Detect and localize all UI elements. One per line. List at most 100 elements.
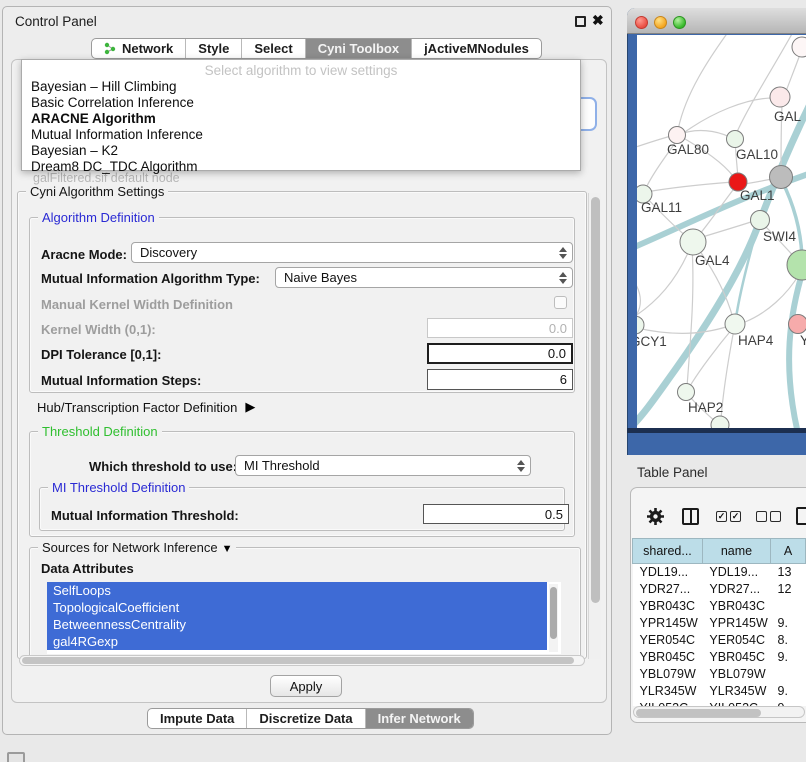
algorithm-option[interactable]: Bayesian – K2 [22, 143, 580, 159]
close-icon[interactable]: ✖ [592, 12, 604, 29]
column-header[interactable]: name [702, 539, 770, 564]
mi-type-select[interactable]: Naive Bayes [275, 267, 573, 288]
mi-threshold-input[interactable]: 0.5 [423, 504, 569, 524]
spinner-arrows-icon [515, 456, 527, 475]
network-icon [104, 42, 117, 55]
tab-cyni-toolbox[interactable]: Cyni Toolbox [305, 39, 411, 58]
table-row[interactable]: YPR145WYPR145W9. [633, 615, 806, 632]
dpi-tolerance-label: DPI Tolerance [0,1]: [41, 347, 161, 362]
network-node-gal80[interactable] [669, 127, 686, 144]
bottom-tab-bar: Impute Data Discretize DataInfer Network [147, 708, 474, 729]
table-cell: YLR345W [702, 683, 770, 700]
node-label: Y [800, 333, 806, 348]
algorithm-option[interactable]: Mutual Information Inference [22, 127, 580, 143]
table-cell: YBL079W [633, 666, 703, 683]
gear-icon[interactable] [646, 507, 665, 526]
cyni-settings-title: Cyni Algorithm Settings [26, 184, 168, 199]
table-cell: 13 [771, 564, 806, 581]
tab-style[interactable]: Style [185, 39, 241, 58]
node-label: HAP4 [738, 333, 774, 348]
mac-zoom-icon[interactable] [673, 16, 686, 29]
expand-arrow-icon[interactable]: ▶ [245, 399, 255, 415]
network-window-titlebar[interactable] [627, 8, 806, 34]
scrollbar-thumb[interactable] [22, 657, 574, 664]
column-header[interactable]: A [771, 539, 806, 564]
network-node-swi4[interactable] [751, 211, 770, 230]
algorithm-option[interactable]: Bayesian – Hill Climbing [22, 79, 580, 95]
dpi-tolerance-input[interactable]: 0.0 [427, 343, 573, 364]
network-node-hap4[interactable] [725, 314, 745, 334]
algorithm-option[interactable]: ARACNE Algorithm [22, 111, 580, 127]
network-node[interactable] [787, 250, 806, 280]
scrollbar-thumb[interactable] [636, 709, 761, 717]
control-panel-title: Control Panel [15, 14, 97, 29]
network-canvas[interactable]: GALGAL80GAL10GAL1GAL11SWI4GAL4GCY1HAP4YH… [637, 35, 806, 429]
network-view-window: GALGAL80GAL10GAL1GAL11SWI4GAL4GCY1HAP4YH… [627, 8, 806, 455]
deselect-all-checkboxes-icon[interactable] [756, 511, 784, 522]
tab-discretize-data[interactable]: Discretize Data [246, 709, 364, 728]
network-node[interactable] [792, 37, 806, 57]
tab-jactivemnodules[interactable]: jActiveMNodules [411, 39, 541, 58]
scrollbar-thumb[interactable] [550, 587, 557, 639]
network-node-gal10[interactable] [727, 131, 744, 148]
manual-kernel-checkbox[interactable] [554, 296, 567, 309]
aracne-mode-label: Aracne Mode: [41, 247, 127, 262]
tab-label: Network [122, 41, 173, 56]
algorithm-option[interactable]: Basic Correlation Inference [22, 95, 580, 111]
document-icon[interactable] [796, 507, 806, 525]
network-node-gal[interactable] [770, 87, 790, 107]
tab-label: Impute Data [160, 711, 234, 726]
scrollbar-thumb[interactable] [591, 197, 600, 603]
node-table: shared...nameA YDL19...YDL19...13YDR27..… [632, 538, 806, 706]
table-cell: YDR27... [633, 581, 703, 598]
attributes-vertical-scrollbar[interactable] [549, 584, 558, 652]
data-attributes-label: Data Attributes [41, 561, 134, 576]
mi-steps-input[interactable]: 6 [427, 369, 573, 390]
network-node-gal4[interactable] [680, 229, 706, 255]
kernel-width-input[interactable]: 0.0 [427, 318, 573, 338]
tab-network[interactable]: Network [92, 39, 185, 58]
network-node[interactable] [770, 166, 793, 189]
table-row[interactable]: YER054CYER054C8. [633, 632, 806, 649]
select-all-checkboxes-icon[interactable]: ✓✓ [716, 511, 744, 522]
network-node-hap2[interactable] [678, 384, 695, 401]
tab-select[interactable]: Select [241, 39, 304, 58]
table-row[interactable]: YDR27...YDR27...12 [633, 581, 806, 598]
attribute-item[interactable]: BetweennessCentrality [47, 616, 547, 633]
which-threshold-select[interactable]: MI Threshold [235, 455, 531, 476]
table-horizontal-scrollbar[interactable] [633, 706, 805, 718]
table-row[interactable]: YBR045CYBR045C9. [633, 649, 806, 666]
collapse-arrow-icon[interactable]: ▼ [222, 543, 233, 555]
table-cell: 8. [771, 632, 806, 649]
table-row[interactable]: YLR345WYLR345W9. [633, 683, 806, 700]
node-table-wrap: shared...nameA YDL19...YDL19...13YDR27..… [632, 538, 806, 706]
aracne-mode-select[interactable]: Discovery [131, 242, 573, 263]
algorithm-option[interactable]: Dream8 DC_TDC Algorithm [22, 159, 580, 175]
split-columns-icon[interactable] [682, 508, 699, 525]
settings-vertical-scrollbar[interactable] [588, 193, 601, 659]
column-header[interactable]: shared... [633, 539, 703, 564]
mac-close-icon[interactable] [635, 16, 648, 29]
top-tab-bar: Network StyleSelectCyni ToolboxjActiveMNo… [91, 38, 542, 59]
attribute-item[interactable]: SelfLoops [47, 582, 547, 599]
attribute-item[interactable]: gal4RGexp [47, 633, 547, 650]
network-node-gcy1[interactable] [637, 316, 644, 334]
hub-definition-section[interactable]: Hub/Transcription Factor Definition ▶ [37, 399, 255, 415]
panel-horizontal-scrollbar[interactable] [19, 655, 585, 666]
aracne-mode-value: Discovery [140, 245, 197, 260]
mac-minimize-icon[interactable] [654, 16, 667, 29]
table-cell [771, 598, 806, 615]
kernel-width-label: Kernel Width (0,1): [41, 322, 156, 337]
float-window-icon[interactable] [575, 16, 586, 27]
spinner-arrows-icon [557, 243, 569, 262]
tab-impute-data[interactable]: Impute Data [148, 709, 246, 728]
apply-button[interactable]: Apply [270, 675, 342, 697]
bottom-left-icon-fragment[interactable] [7, 752, 25, 762]
tab-infer-network[interactable]: Infer Network [365, 709, 473, 728]
table-row[interactable]: YBL079WYBL079W [633, 666, 806, 683]
network-node-y[interactable] [789, 315, 806, 334]
attribute-item[interactable]: TopologicalCoefficient [47, 599, 547, 616]
table-row[interactable]: YBR043CYBR043C [633, 598, 806, 615]
table-row[interactable]: YDL19...YDL19...13 [633, 564, 806, 581]
algorithm-dropdown-placeholder: Select algorithm to view settings [22, 63, 580, 78]
